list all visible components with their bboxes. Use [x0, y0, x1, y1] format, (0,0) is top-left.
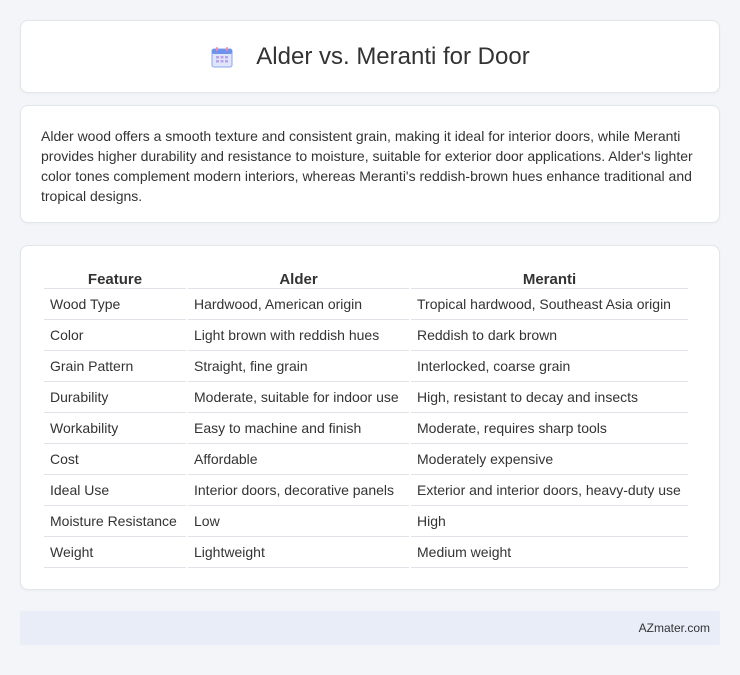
column-header-meranti: Meranti	[411, 266, 688, 289]
description-card: Alder wood offers a smooth texture and c…	[20, 105, 720, 223]
table-cell-meranti: Tropical hardwood, Southeast Asia origin	[411, 289, 688, 320]
table-cell-meranti: High	[411, 506, 688, 537]
table-cell-feature: Grain Pattern	[44, 351, 186, 382]
table-cell-feature: Moisture Resistance	[44, 506, 186, 537]
table-cell-feature: Workability	[44, 413, 186, 444]
table-cell-meranti: Reddish to dark brown	[411, 320, 688, 351]
calendar-icon	[210, 45, 234, 69]
table-row: Durability Moderate, suitable for indoor…	[44, 382, 688, 413]
comparison-table-card: Feature Alder Meranti Wood Type Hardwood…	[20, 245, 720, 590]
table-cell-alder: Hardwood, American origin	[188, 289, 409, 320]
table-cell-feature: Wood Type	[44, 289, 186, 320]
table-cell-feature: Ideal Use	[44, 475, 186, 506]
table-cell-meranti: Moderate, requires sharp tools	[411, 413, 688, 444]
table-row: Wood Type Hardwood, American origin Trop…	[44, 289, 688, 320]
description-text: Alder wood offers a smooth texture and c…	[41, 128, 693, 204]
table-row: Weight Lightweight Medium weight	[44, 537, 688, 568]
table-row: Workability Easy to machine and finish M…	[44, 413, 688, 444]
table-row: Cost Affordable Moderately expensive	[44, 444, 688, 475]
footer-site-link[interactable]: AZmater.com	[639, 621, 710, 635]
table-row: Color Light brown with reddish hues Redd…	[44, 320, 688, 351]
table-cell-feature: Durability	[44, 382, 186, 413]
table-cell-alder: Lightweight	[188, 537, 409, 568]
table-cell-alder: Moderate, suitable for indoor use	[188, 382, 409, 413]
table-header-row: Feature Alder Meranti	[44, 266, 688, 289]
table-cell-alder: Interior doors, decorative panels	[188, 475, 409, 506]
title-card: Alder vs. Meranti for Door	[20, 20, 720, 93]
column-header-feature: Feature	[44, 266, 186, 289]
table-row: Moisture Resistance Low High	[44, 506, 688, 537]
table-cell-feature: Color	[44, 320, 186, 351]
table-cell-alder: Light brown with reddish hues	[188, 320, 409, 351]
table-cell-alder: Straight, fine grain	[188, 351, 409, 382]
table-cell-meranti: Interlocked, coarse grain	[411, 351, 688, 382]
table-cell-meranti: High, resistant to decay and insects	[411, 382, 688, 413]
table-row: Grain Pattern Straight, fine grain Inter…	[44, 351, 688, 382]
page-title: Alder vs. Meranti for Door	[256, 42, 530, 70]
table-cell-meranti: Exterior and interior doors, heavy-duty …	[411, 475, 688, 506]
table-cell-feature: Cost	[44, 444, 186, 475]
comparison-table: Feature Alder Meranti Wood Type Hardwood…	[42, 266, 690, 568]
table-cell-alder: Low	[188, 506, 409, 537]
table-cell-alder: Affordable	[188, 444, 409, 475]
table-row: Ideal Use Interior doors, decorative pan…	[44, 475, 688, 506]
table-cell-alder: Easy to machine and finish	[188, 413, 409, 444]
table-cell-feature: Weight	[44, 537, 186, 568]
table-cell-meranti: Moderately expensive	[411, 444, 688, 475]
footer: AZmater.com	[20, 611, 720, 645]
table-cell-meranti: Medium weight	[411, 537, 688, 568]
column-header-alder: Alder	[188, 266, 409, 289]
